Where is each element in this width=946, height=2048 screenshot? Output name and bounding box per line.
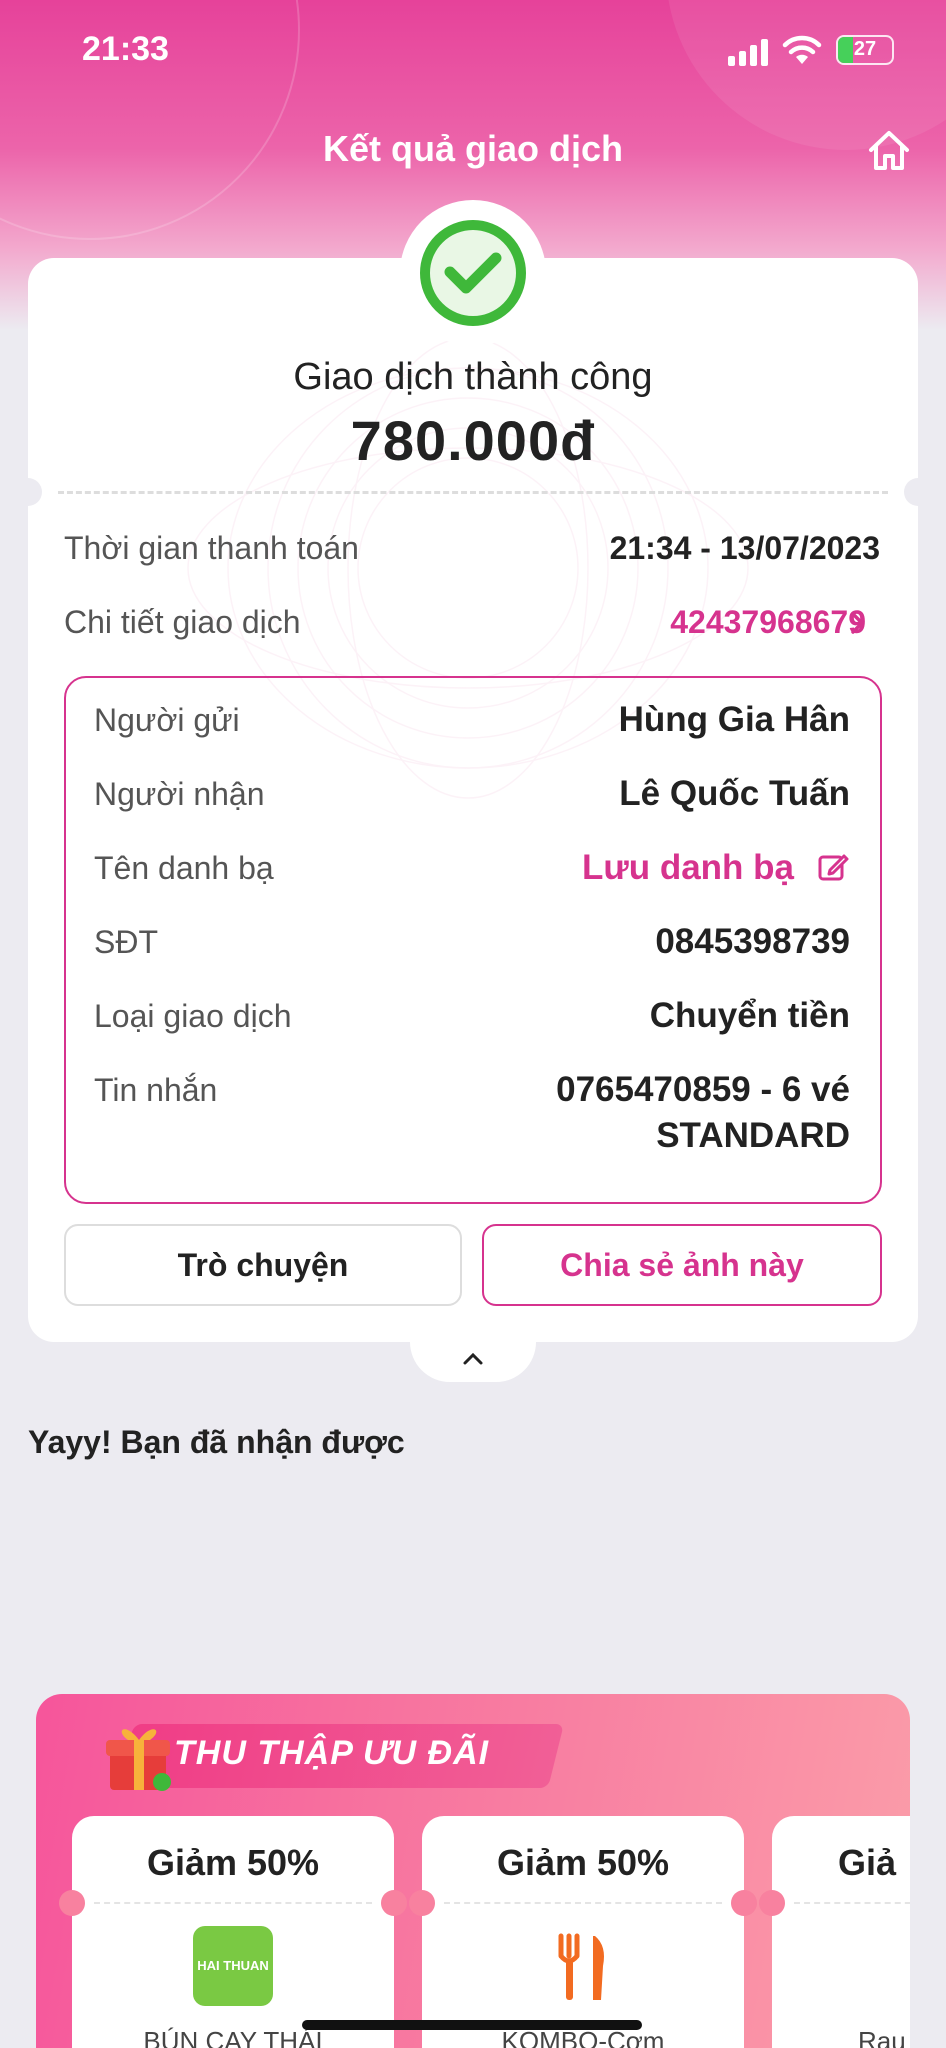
success-badge: [400, 200, 546, 346]
collapse-toggle[interactable]: [410, 1338, 536, 1382]
transaction-type-label: Loại giao dịch: [94, 998, 292, 1034]
wifi-icon: [782, 35, 822, 64]
message-label: Tin nhắn: [94, 1072, 218, 1108]
gift-icon: [106, 1729, 171, 1791]
chevron-up-icon: [463, 1352, 483, 1365]
status-time: 21:33: [82, 30, 169, 68]
coupon-title: Giả: [838, 1842, 897, 1883]
share-image-button[interactable]: Chia sẻ ảnh này: [482, 1224, 882, 1306]
transaction-amount: 780.000đ: [350, 409, 596, 472]
merchant-logo: HAI THUAN: [193, 1926, 273, 2006]
battery-level: 27: [853, 38, 877, 60]
save-contact-link[interactable]: Lưu danh bạ: [530, 846, 850, 890]
message-value-line2: STANDARD: [656, 1116, 850, 1155]
fork-knife-icon: [558, 1933, 604, 2000]
sender-label: Người gửi: [94, 702, 240, 738]
transaction-detail-label: Chi tiết giao dịch: [64, 604, 301, 640]
payment-time-value: 21:34 - 13/07/2023: [609, 530, 880, 566]
phone-label: SĐT: [94, 924, 158, 960]
home-icon[interactable]: [866, 128, 912, 172]
home-indicator[interactable]: [302, 2020, 642, 2030]
page-title: Kết quả giao dịch: [322, 128, 624, 169]
coupon-title: Giảm 50%: [496, 1842, 670, 1883]
coupon-card[interactable]: Giả Rau: [759, 1816, 910, 2048]
rewards-title: Yayy! Bạn đã nhận được: [28, 1424, 405, 1460]
sender-value: Hùng Gia Hân: [618, 700, 850, 739]
divider: [14, 478, 932, 506]
transaction-status: Giao dịch thành công: [293, 356, 653, 398]
transaction-id-link[interactable]: 42437968679: [670, 604, 866, 641]
save-contact-text: Lưu danh bạ: [582, 848, 794, 887]
cellular-signal-icon: [728, 38, 770, 66]
transaction-type-value: Chuyển tiền: [649, 996, 850, 1035]
chat-button[interactable]: Trò chuyện: [64, 1224, 462, 1306]
coupon-title: Giảm 50%: [146, 1842, 320, 1883]
battery-icon: 27: [836, 35, 894, 65]
phone-value: 0845398739: [655, 922, 850, 961]
coupon-card[interactable]: Giảm 50% KOMBO-Cơm: [409, 1816, 757, 2048]
promo-banner-text: THU THẬP ƯU ĐÃI: [174, 1734, 490, 1772]
recipient-label: Người nhận: [94, 776, 265, 812]
promo-section: THU THẬP ƯU ĐÃI Giảm 50% HAI THUAN BÚN C…: [36, 1694, 910, 2048]
check-circle-icon: [420, 220, 526, 326]
message-value-line1: 0765470859 - 6 vé: [556, 1070, 850, 1109]
transaction-id-value: 42437968679: [670, 604, 866, 640]
coupon-card[interactable]: Giảm 50% HAI THUAN BÚN CAY THÁI: [59, 1816, 407, 2048]
edit-icon: [818, 854, 849, 881]
recipient-value: Lê Quốc Tuấn: [619, 774, 850, 813]
chevron-right-icon[interactable]: [850, 610, 866, 636]
coupon-merchant: Rau: [858, 2026, 906, 2048]
contact-name-label: Tên danh bạ: [94, 850, 274, 886]
payment-time-label: Thời gian thanh toán: [64, 530, 359, 566]
status-bar: 21:33 27: [0, 0, 946, 100]
